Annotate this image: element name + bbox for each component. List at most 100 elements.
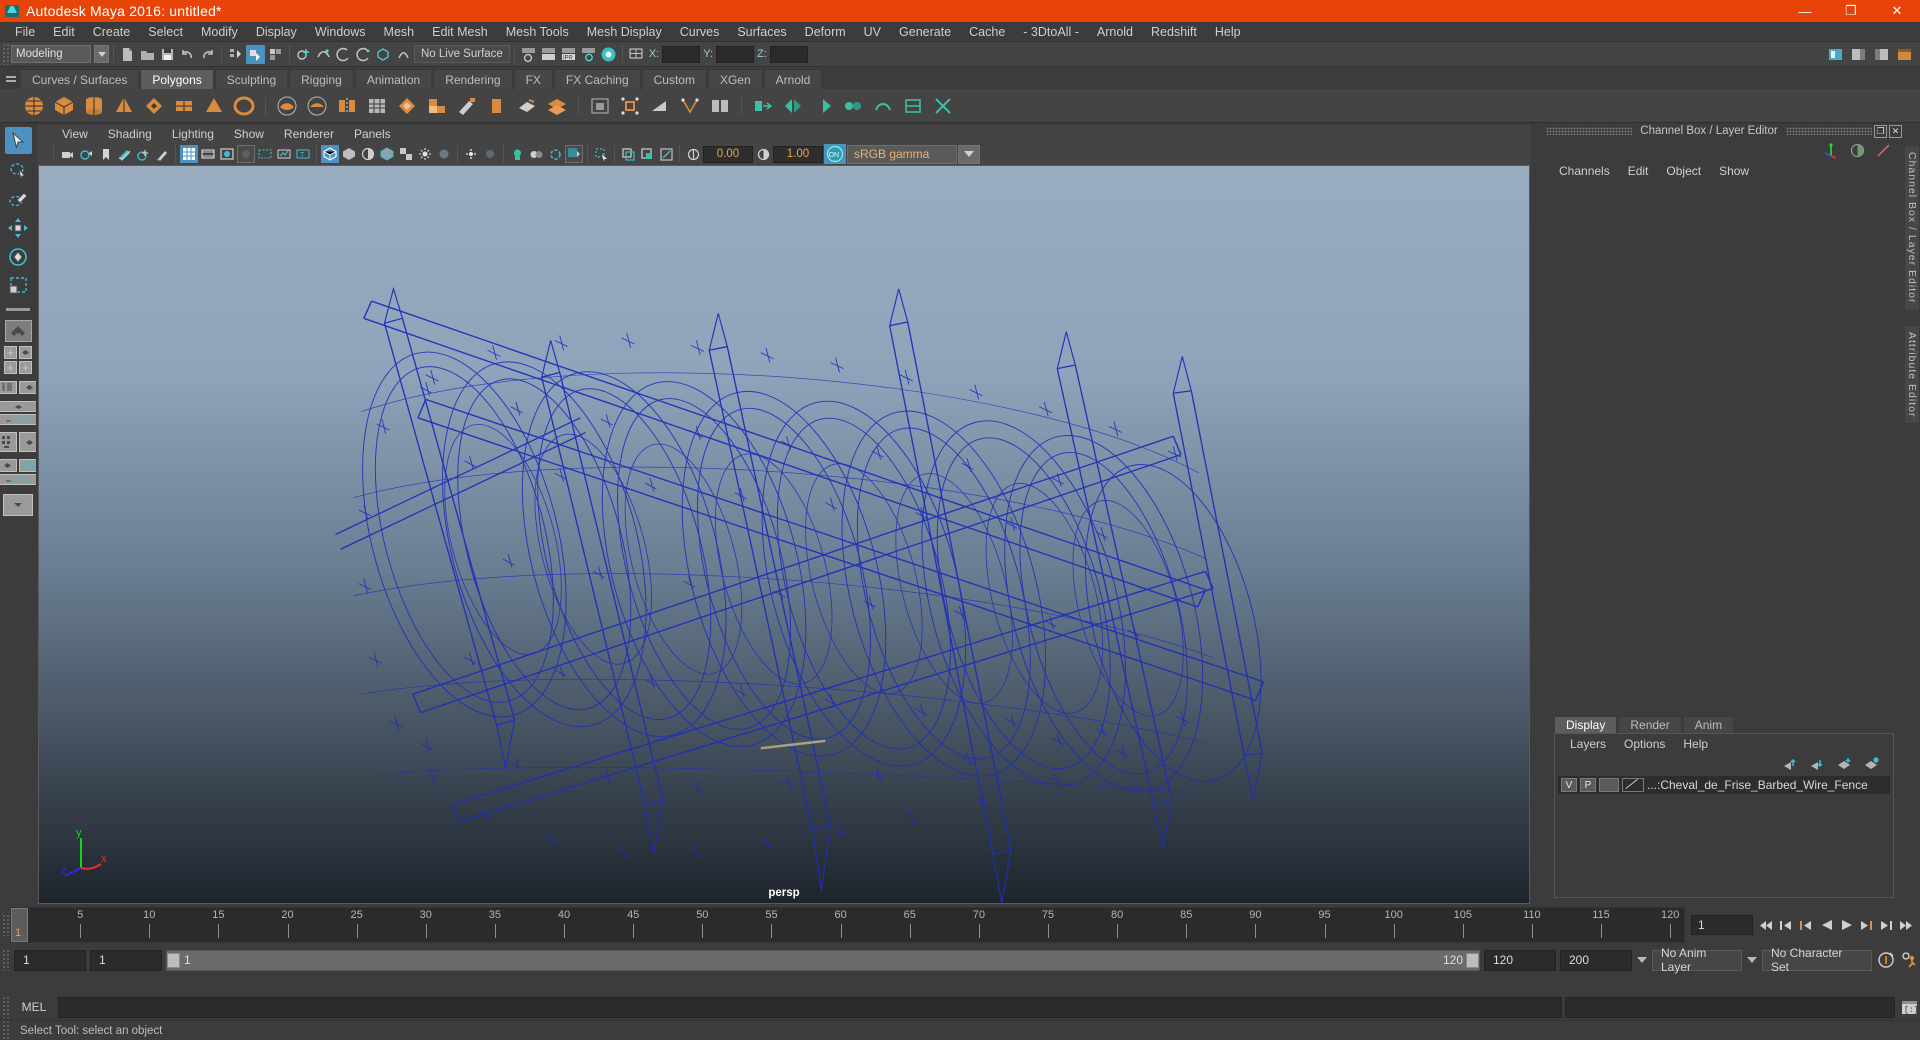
- save-scene-icon[interactable]: [158, 45, 177, 64]
- uv-planar-map-icon[interactable]: [618, 94, 642, 118]
- shelf-menu-icon[interactable]: [2, 69, 20, 89]
- redo-icon[interactable]: [198, 45, 217, 64]
- current-time-indicator[interactable]: 1: [11, 908, 28, 942]
- camera-attributes-icon[interactable]: [77, 145, 95, 163]
- more-layouts-chevron-down-icon[interactable]: [3, 494, 33, 516]
- coord-x-input[interactable]: [662, 45, 701, 63]
- menu-help[interactable]: Help: [1206, 22, 1250, 42]
- range-bar-right-handle[interactable]: [1466, 952, 1479, 968]
- statusline-grip[interactable]: [2, 43, 10, 65]
- show-hide-channel-box-icon[interactable]: [1895, 45, 1914, 64]
- layer-tab-display[interactable]: Display: [1554, 716, 1618, 733]
- channel-box-attribute-list[interactable]: [1544, 181, 1904, 715]
- exposure-toggle-icon[interactable]: [565, 145, 583, 163]
- layer-shading-icon[interactable]: [1622, 778, 1644, 792]
- layout-persp-graph-button[interactable]: [0, 474, 39, 485]
- anim-layer-chevron-down-icon[interactable]: [1636, 950, 1648, 970]
- layer-color-swatch[interactable]: [1599, 778, 1619, 792]
- menu-cache[interactable]: Cache: [960, 22, 1014, 42]
- menu-deform[interactable]: Deform: [796, 22, 855, 42]
- snap-to-view-plane-icon[interactable]: [374, 45, 393, 64]
- poly-bridge-icon[interactable]: [871, 94, 895, 118]
- shelf-tab-fx-caching[interactable]: FX Caching: [553, 69, 641, 89]
- menu-modify[interactable]: Modify: [192, 22, 247, 42]
- two-d-pan-zoom-icon[interactable]: [134, 145, 152, 163]
- go-to-start-icon[interactable]: [1759, 918, 1774, 933]
- layer-tab-render[interactable]: Render: [1618, 716, 1682, 733]
- menu-arnold[interactable]: Arnold: [1088, 22, 1142, 42]
- toggle-channel-box-shading-icon[interactable]: [1849, 142, 1866, 159]
- current-frame-input[interactable]: 1: [1691, 915, 1753, 935]
- layer-visibility-toggle[interactable]: V: [1561, 778, 1577, 792]
- uv-editor-icon[interactable]: [588, 94, 612, 118]
- shelf-tab-arnold[interactable]: Arnold: [763, 69, 823, 89]
- coord-y-input[interactable]: [716, 45, 755, 63]
- channel-box-menu-show[interactable]: Show: [1710, 164, 1758, 178]
- bevel-icon[interactable]: [395, 94, 419, 118]
- select-by-object-type-icon[interactable]: [246, 44, 265, 64]
- render-settings-icon[interactable]: [579, 45, 598, 64]
- new-scene-icon[interactable]: [118, 45, 137, 64]
- poly-pyramid-icon[interactable]: [202, 94, 226, 118]
- close-panel-icon[interactable]: ✕: [1889, 124, 1903, 138]
- menu-uv[interactable]: UV: [855, 22, 890, 42]
- toggle-film-gate-dashed-icon[interactable]: [256, 145, 274, 163]
- select-tool-button[interactable]: [4, 127, 32, 154]
- exposure-reset-icon[interactable]: [684, 145, 702, 163]
- viewport-menu-panels[interactable]: Panels: [344, 127, 401, 141]
- animation-end-time-input[interactable]: 200: [1560, 949, 1632, 971]
- poly-cube-icon[interactable]: [52, 94, 76, 118]
- open-scene-icon[interactable]: [138, 45, 157, 64]
- playback-end-time-input[interactable]: 120: [1484, 949, 1556, 971]
- close-button[interactable]: ✕: [1874, 0, 1920, 22]
- motion-blur-icon[interactable]: [481, 145, 499, 163]
- layer-row[interactable]: V P ...:Cheval_de_Frise_Barbed_Wire_Fenc…: [1558, 776, 1890, 794]
- layout-persp-button[interactable]: [19, 346, 32, 359]
- shelf-tab-animation[interactable]: Animation: [354, 69, 433, 89]
- move-layer-up-icon[interactable]: [1783, 757, 1798, 770]
- step-forward-key-icon[interactable]: [1879, 918, 1894, 933]
- layout-single-perspective-view-button[interactable]: [4, 320, 32, 342]
- viewport-menu-renderer[interactable]: Renderer: [274, 127, 344, 141]
- viewport-menu-view[interactable]: View: [52, 127, 98, 141]
- step-back-key-icon[interactable]: [1779, 918, 1794, 933]
- use-all-lights-icon[interactable]: [416, 145, 434, 163]
- shelf-tab-xgen[interactable]: XGen: [707, 69, 763, 89]
- uv-cut-icon[interactable]: [648, 94, 672, 118]
- layout-four-view-button[interactable]: +: [4, 345, 17, 360]
- poly-sphere-icon[interactable]: [22, 94, 46, 118]
- auto-keyframe-icon[interactable]: [1876, 950, 1896, 970]
- layer-menu-options[interactable]: Options: [1615, 737, 1674, 751]
- transfer-attributes-icon[interactable]: [751, 94, 775, 118]
- create-new-layer-icon[interactable]: [1837, 757, 1852, 770]
- playback-start-time-input[interactable]: 1: [90, 949, 162, 971]
- poly-append-icon[interactable]: [901, 94, 925, 118]
- layout-graph-editor-button[interactable]: [0, 414, 39, 425]
- shelf-tab-rendering[interactable]: Rendering: [433, 69, 513, 89]
- create-layer-from-selection-icon[interactable]: [1864, 756, 1879, 770]
- uv-unfold-icon[interactable]: [678, 94, 702, 118]
- smooth-icon[interactable]: [545, 94, 569, 118]
- texture-display-icon[interactable]: [397, 145, 415, 163]
- smooth-shade-selected-icon[interactable]: [359, 145, 377, 163]
- menu-3dtoall[interactable]: - 3DtoAll -: [1014, 22, 1088, 42]
- channel-box-menu-channels[interactable]: Channels: [1550, 164, 1619, 178]
- coord-z-input[interactable]: [769, 45, 808, 63]
- menu-redshift[interactable]: Redshift: [1142, 22, 1206, 42]
- character-set-dropdown[interactable]: No Character Set: [1762, 946, 1872, 974]
- wireframe-shading-icon[interactable]: [321, 145, 339, 163]
- shelf-tab-polygons[interactable]: Polygons: [140, 69, 214, 89]
- crease-tool-icon[interactable]: [931, 94, 955, 118]
- menu-display[interactable]: Display: [247, 22, 306, 42]
- undo-icon[interactable]: [178, 45, 197, 64]
- select-by-hierarchy-icon[interactable]: [226, 45, 245, 64]
- snap-to-projected-center-icon[interactable]: [354, 45, 373, 64]
- quad-draw-icon[interactable]: [515, 94, 539, 118]
- viewport-menu-show[interactable]: Show: [224, 127, 274, 141]
- toggle-title-safe-icon[interactable]: T: [294, 145, 312, 163]
- snap-to-grid-icon[interactable]: [294, 45, 313, 64]
- layout-hypergraph-persp-button[interactable]: [0, 432, 17, 452]
- display-vertex-normals-icon[interactable]: [657, 145, 675, 163]
- snap-to-point-icon[interactable]: [334, 45, 353, 64]
- show-hide-attribute-editor-icon[interactable]: [1849, 45, 1868, 64]
